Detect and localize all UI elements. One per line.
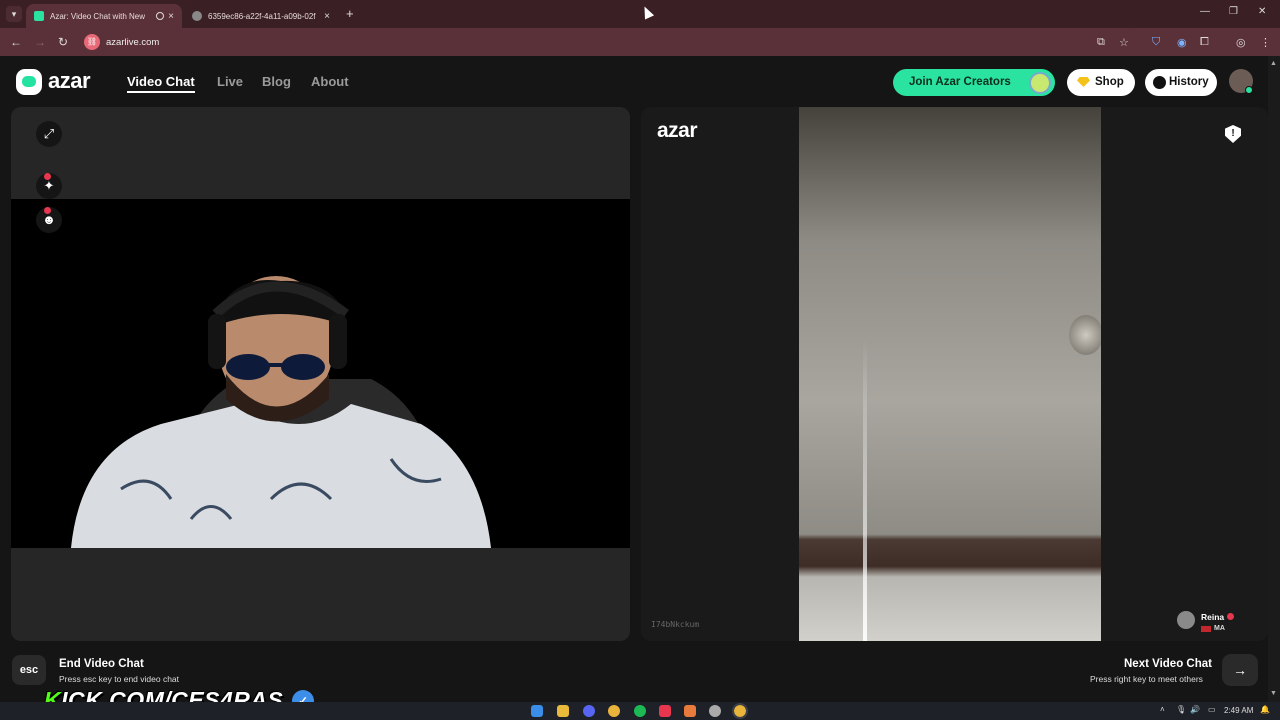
browser-menu-icon[interactable]: ⋮: [1260, 36, 1271, 49]
close-tab-icon[interactable]: ×: [168, 11, 174, 22]
address-bar[interactable]: ⛓ azarlive.com: [80, 31, 1140, 53]
new-tab-button[interactable]: +: [346, 6, 354, 21]
azar-favicon-icon: [34, 11, 44, 21]
discord-icon[interactable]: [583, 705, 595, 717]
start-windows-icon[interactable]: [531, 705, 543, 717]
mask-notification-dot: [44, 207, 51, 214]
end-chat-hint: Press esc key to end video chat: [59, 674, 180, 684]
browser-toolbar: ← → ↻ ⛓ azarlive.com ⧉ ☆ ⛉ ◉ ⧠ ◎ ⋮: [0, 28, 1280, 56]
recording-icon: [156, 12, 165, 20]
site-info-icon[interactable]: ⛓: [84, 34, 100, 50]
scroll-down-icon[interactable]: ▼: [1270, 690, 1277, 697]
verified-badge-icon: [1227, 613, 1235, 620]
nav-live[interactable]: Live: [217, 74, 243, 89]
taskbar-clock[interactable]: 2:49 AM: [1224, 706, 1253, 715]
azar-logo-icon[interactable]: [16, 69, 42, 95]
scroll-up-icon[interactable]: ▲: [1270, 60, 1277, 67]
remote-camera-feed: [799, 107, 1101, 641]
join-creators-button[interactable]: Join Azar Creators: [893, 69, 1055, 96]
azar-watermark-logo: azar: [657, 119, 698, 142]
os-taskbar: ˄ 🎙 🔊 ▭ 2:49 AM 🔔: [0, 702, 1280, 720]
expand-icon[interactable]: ⤢: [36, 121, 62, 147]
maximize-button[interactable]: ❐: [1229, 6, 1238, 17]
settings-app-icon[interactable]: [709, 705, 721, 717]
effects-notification-dot: [44, 173, 51, 180]
peer-avatar: [1177, 610, 1195, 629]
ceiling-fixture: [1069, 315, 1101, 355]
nav-about[interactable]: About: [311, 74, 349, 89]
file-explorer-icon[interactable]: [557, 705, 569, 717]
bookmark-star-icon[interactable]: ☆: [1119, 36, 1129, 49]
extensions-puzzle-icon[interactable]: ⧠: [1200, 36, 1209, 49]
tab-search-menu-button[interactable]: ▾: [6, 6, 22, 22]
profile-icon[interactable]: ◎: [1236, 36, 1246, 49]
join-creators-label: Join Azar Creators: [909, 76, 1011, 88]
page-scrollbar[interactable]: ▲ ▼: [1268, 56, 1280, 702]
site-header: azar Video Chat Live Blog About Join Aza…: [0, 56, 1268, 106]
spotify-icon[interactable]: [634, 705, 646, 717]
online-status-dot: [1245, 86, 1253, 94]
self-camera-feed: [11, 199, 630, 548]
azar-logo-text[interactable]: azar: [48, 68, 91, 94]
forward-arrow-icon[interactable]: →: [34, 35, 46, 49]
next-chat-title[interactable]: Next Video Chat: [1124, 658, 1212, 670]
peer-country: MA: [1201, 625, 1234, 632]
self-camera-image: [71, 276, 491, 548]
gem-icon: [1077, 77, 1090, 87]
history-label: History: [1169, 76, 1209, 88]
light-streak: [863, 337, 867, 641]
close-tab-icon[interactable]: ×: [324, 11, 330, 22]
nav-blog[interactable]: Blog: [262, 74, 291, 89]
flag-icon: [1201, 625, 1211, 632]
tab-second[interactable]: 6359ec86-a22f-4a11-a09b-02f ×: [184, 4, 338, 28]
session-id: I74bNkckum: [651, 620, 700, 629]
minimize-button[interactable]: —: [1200, 6, 1210, 17]
microphone-icon[interactable]: 🎙: [1176, 705, 1186, 714]
remote-video-panel: azar ! I74bNkckum Reina MA: [641, 107, 1268, 641]
close-window-button[interactable]: ✕: [1258, 6, 1266, 17]
self-video-panel: ⤢ ✦ ☻: [11, 107, 630, 641]
tab-title: Azar: Video Chat with New: [50, 11, 146, 21]
shop-label: Shop: [1095, 76, 1124, 88]
end-chat-title[interactable]: End Video Chat: [59, 658, 144, 670]
peer-name: Reina: [1201, 612, 1235, 622]
shield-extension-icon[interactable]: ⛉: [1152, 36, 1160, 49]
browser-tab-bar: ▾ Azar: Video Chat with New × 6359ec86-a…: [0, 0, 1280, 28]
report-shield-icon[interactable]: !: [1225, 125, 1241, 143]
creators-badge-icon: [1029, 72, 1051, 94]
reload-icon[interactable]: ↻: [58, 35, 68, 49]
tray-chevron-icon[interactable]: ˄: [1160, 705, 1165, 714]
tab-title: 6359ec86-a22f-4a11-a09b-02f: [208, 11, 316, 21]
history-button[interactable]: History: [1145, 69, 1217, 96]
chrome-icon[interactable]: [608, 705, 620, 717]
shop-button[interactable]: Shop: [1067, 69, 1135, 96]
next-chat-arrow-button[interactable]: →: [1222, 654, 1258, 686]
nav-video-chat[interactable]: Video Chat: [127, 74, 195, 93]
next-chat-hint: Press right key to meet others: [1090, 674, 1203, 684]
battery-icon[interactable]: ▭: [1208, 705, 1216, 714]
mouse-cursor-icon: [639, 4, 655, 20]
red-app-icon[interactable]: [659, 705, 671, 717]
audio-extension-icon[interactable]: ◉: [1177, 36, 1187, 49]
volume-icon[interactable]: 🔊: [1190, 705, 1200, 714]
notification-bell-icon[interactable]: 🔔: [1260, 705, 1270, 714]
back-arrow-icon[interactable]: ←: [10, 35, 22, 49]
install-app-icon[interactable]: ⧉: [1097, 36, 1105, 49]
orange-app-icon[interactable]: [684, 705, 696, 717]
url-text[interactable]: azarlive.com: [106, 37, 159, 48]
peer-info[interactable]: Reina MA: [1177, 607, 1235, 632]
globe-icon: [192, 11, 202, 21]
end-chat-key-button[interactable]: esc: [12, 655, 46, 685]
chrome-active-icon[interactable]: [732, 703, 748, 719]
tab-azar[interactable]: Azar: Video Chat with New ×: [26, 4, 182, 28]
clock-icon: [1153, 76, 1166, 89]
